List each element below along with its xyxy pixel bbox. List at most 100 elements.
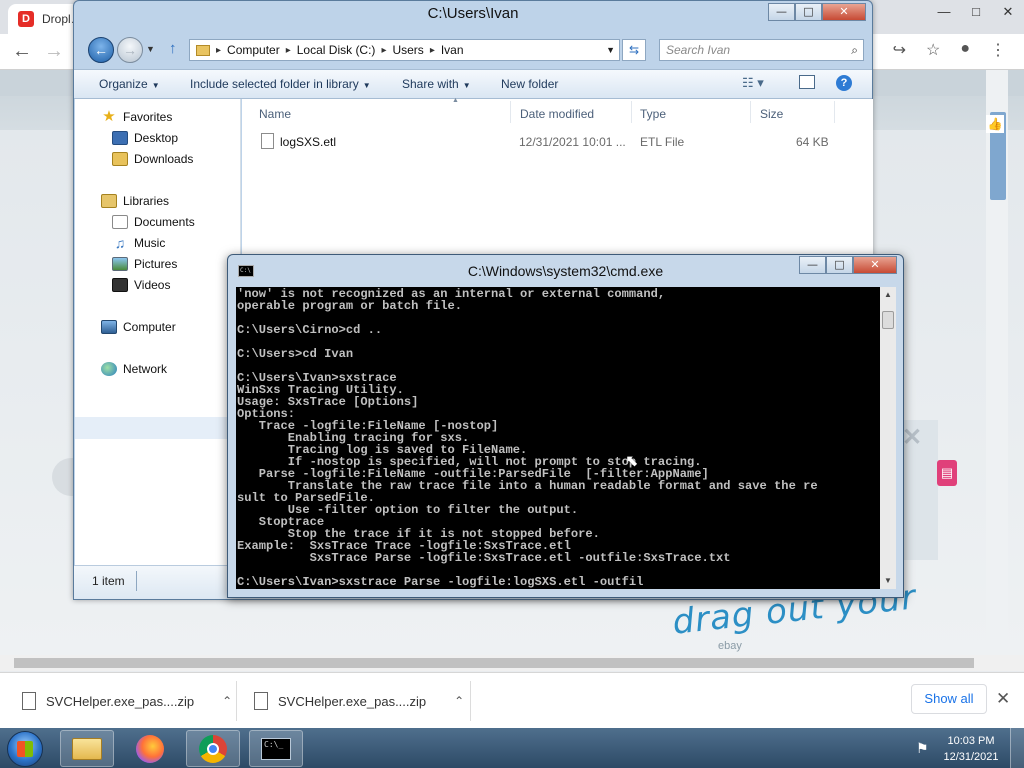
chevron-down-icon[interactable]: ▼ bbox=[606, 45, 619, 55]
chevron-down-icon: ▼ bbox=[151, 81, 160, 90]
breadcrumb-computer[interactable]: Computer bbox=[227, 43, 280, 57]
breadcrumb-users[interactable]: Users bbox=[392, 43, 423, 57]
organize-menu[interactable]: Organize ▼ bbox=[99, 77, 160, 91]
back-arrow-icon[interactable]: ← bbox=[88, 37, 114, 63]
chevron-right-icon[interactable]: ▸ bbox=[381, 45, 386, 56]
nav-label: Libraries bbox=[123, 194, 170, 208]
maximize-button[interactable]: □ bbox=[826, 256, 853, 274]
like-icon[interactable]: 👍 bbox=[986, 115, 1004, 133]
nav-music[interactable]: ♫ Music bbox=[112, 236, 166, 250]
close-button[interactable]: ✕ bbox=[822, 3, 866, 21]
nav-desktop[interactable]: Desktop bbox=[112, 131, 178, 145]
chat-icon[interactable]: ▤ bbox=[937, 460, 957, 486]
column-header-date[interactable]: Date modified bbox=[520, 107, 594, 121]
column-divider[interactable] bbox=[510, 101, 511, 123]
nav-network[interactable]: Network bbox=[101, 362, 167, 376]
column-divider[interactable] bbox=[750, 101, 751, 123]
system-clock[interactable]: 10:03 PM 12/31/2021 bbox=[936, 733, 1006, 765]
divider bbox=[470, 681, 471, 721]
maximize-button[interactable]: □ bbox=[795, 3, 822, 21]
close-button[interactable]: ✕ bbox=[853, 256, 897, 274]
scroll-down-icon[interactable]: ▼ bbox=[880, 573, 896, 589]
download-item[interactable]: SVCHelper.exe_pas....zip ⌃ bbox=[232, 673, 464, 729]
taskbar-explorer-button[interactable] bbox=[60, 730, 114, 767]
browser-horizontal-scrollbar[interactable] bbox=[0, 655, 1024, 671]
column-header-type[interactable]: Type bbox=[640, 107, 666, 121]
taskbar-chrome-button[interactable] bbox=[186, 730, 240, 767]
taskbar-cmd-button[interactable]: C:\_ bbox=[249, 730, 303, 767]
nav-libraries[interactable]: Libraries bbox=[101, 194, 169, 208]
preview-pane-icon[interactable] bbox=[799, 75, 815, 89]
browser-menu-icon[interactable]: ⋮ bbox=[990, 40, 1006, 60]
file-name[interactable]: logSXS.etl bbox=[280, 135, 336, 149]
breadcrumb-ivan[interactable]: Ivan bbox=[441, 43, 464, 57]
address-bar[interactable]: ▸ Computer ▸ Local Disk (C:) ▸ Users ▸ I… bbox=[189, 39, 620, 61]
scrollbar-thumb[interactable] bbox=[14, 658, 974, 668]
breadcrumb-local-disk[interactable]: Local Disk (C:) bbox=[297, 43, 376, 57]
action-center-flag-icon[interactable]: ⚑ bbox=[916, 740, 929, 757]
nav-computer[interactable]: Computer bbox=[101, 320, 176, 334]
profile-avatar-icon[interactable]: ● bbox=[960, 40, 970, 60]
divider bbox=[136, 571, 137, 591]
scrollbar-thumb[interactable] bbox=[882, 311, 894, 329]
browser-minimize-button[interactable]: — bbox=[928, 0, 960, 26]
file-icon bbox=[22, 692, 36, 710]
nav-label: Documents bbox=[134, 215, 195, 229]
browser-close-button[interactable]: ✕ bbox=[992, 0, 1024, 26]
scroll-up-icon[interactable]: ▲ bbox=[880, 287, 896, 303]
chevron-up-icon[interactable]: ⌃ bbox=[222, 694, 232, 708]
minimize-button[interactable]: — bbox=[799, 256, 826, 274]
browser-vertical-scrollbar[interactable]: 👍 bbox=[986, 70, 1008, 655]
chevron-up-icon[interactable]: ⌃ bbox=[454, 694, 464, 708]
browser-back-button[interactable]: ← bbox=[12, 40, 32, 63]
nav-pictures[interactable]: Pictures bbox=[112, 257, 177, 271]
pictures-icon bbox=[112, 257, 128, 271]
taskbar-firefox-button[interactable] bbox=[123, 730, 177, 767]
column-header-size[interactable]: Size bbox=[760, 107, 783, 121]
share-with-menu[interactable]: Share with ▼ bbox=[402, 77, 471, 91]
console-output[interactable]: 'now' is not recognized as an internal o… bbox=[236, 287, 880, 589]
console-line: SxsTrace Parse -logfile:SxsTrace.etl -ou… bbox=[237, 551, 731, 565]
up-arrow-icon[interactable]: ↑ bbox=[169, 40, 177, 57]
help-icon[interactable]: ? bbox=[836, 75, 852, 91]
explorer-window-controls: — □ ✕ bbox=[768, 3, 866, 21]
view-options-icon[interactable]: ☷ ▾ bbox=[742, 75, 764, 91]
nav-favorites[interactable]: ★ Favorites bbox=[101, 109, 172, 124]
console-line: C:\Users\Ivan>sxstrace Parse -logfile:lo… bbox=[237, 575, 644, 589]
search-icon[interactable]: ⌕ bbox=[851, 43, 858, 58]
chevron-right-icon[interactable]: ▸ bbox=[286, 45, 291, 56]
column-header-name[interactable]: Name bbox=[259, 107, 291, 121]
history-dropdown-icon[interactable]: ▼ bbox=[146, 44, 155, 54]
download-item[interactable]: SVCHelper.exe_pas....zip ⌃ bbox=[0, 673, 232, 729]
console-scrollbar[interactable]: ▲ ▼ bbox=[880, 287, 896, 589]
minimize-button[interactable]: — bbox=[768, 3, 795, 21]
browser-forward-button[interactable]: → bbox=[44, 40, 64, 63]
refresh-icon[interactable]: ⇆ bbox=[622, 39, 646, 61]
column-divider[interactable] bbox=[834, 101, 835, 123]
nav-videos[interactable]: Videos bbox=[112, 278, 170, 292]
panel-close-icon[interactable]: ✕ bbox=[902, 423, 922, 452]
chrome-icon bbox=[199, 734, 227, 763]
clock-time: 10:03 PM bbox=[947, 735, 995, 747]
file-icon bbox=[254, 692, 268, 710]
nav-downloads[interactable]: Downloads bbox=[112, 152, 193, 166]
nav-documents[interactable]: Documents bbox=[112, 215, 195, 229]
close-downloads-icon[interactable]: ✕ bbox=[996, 689, 1010, 709]
chevron-right-icon[interactable]: ▸ bbox=[216, 45, 221, 56]
show-desktop-button[interactable] bbox=[1010, 728, 1024, 768]
new-folder-button[interactable]: New folder bbox=[501, 77, 558, 91]
nav-label: Network bbox=[123, 362, 168, 376]
column-divider[interactable] bbox=[631, 101, 632, 123]
search-placeholder: Search Ivan bbox=[666, 43, 731, 57]
share-icon[interactable]: ↪ bbox=[893, 40, 906, 60]
bookmark-star-icon[interactable]: ☆ bbox=[926, 40, 940, 60]
show-all-button[interactable]: Show all bbox=[911, 684, 987, 714]
console-line: Use -filter option to filter the output. bbox=[237, 503, 579, 517]
browser-maximize-button[interactable]: □ bbox=[960, 0, 992, 26]
start-button[interactable] bbox=[7, 731, 43, 767]
include-in-library-menu[interactable]: Include selected folder in library ▼ bbox=[190, 77, 371, 91]
console-line: C:\Users>cd Ivan bbox=[237, 347, 354, 361]
search-input[interactable]: Search Ivan ⌕ bbox=[659, 39, 864, 61]
forward-arrow-icon[interactable]: → bbox=[117, 37, 143, 63]
chevron-right-icon[interactable]: ▸ bbox=[430, 45, 435, 56]
